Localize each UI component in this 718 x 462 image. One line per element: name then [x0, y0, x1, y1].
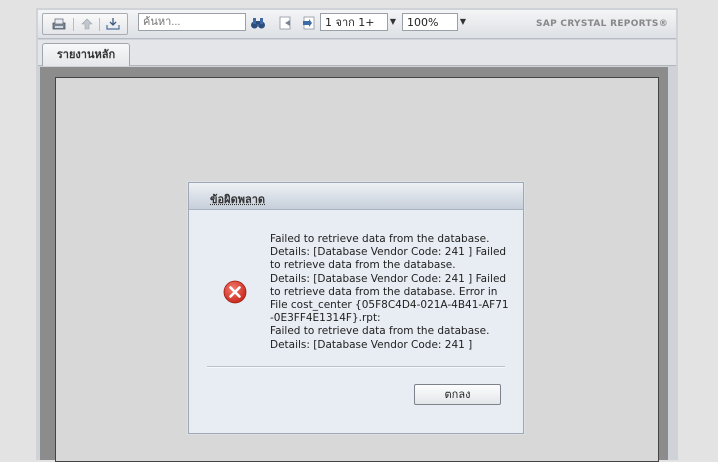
message-line: Details: [Database Vendor Code: 241 ] Fa… [270, 273, 510, 286]
toolbar-separator [73, 18, 74, 31]
tab-main-report[interactable]: รายงานหลัก [42, 43, 130, 66]
error-dialog: ข้อผิดพลาด Failed to retrieve data from … [188, 182, 524, 434]
message-line: Details: [Database Vendor Code: 241 ] Fa… [270, 246, 510, 259]
page-number-field[interactable]: 1 จาก 1+ [320, 13, 388, 31]
print-icon[interactable] [105, 17, 121, 31]
prev-page-icon[interactable] [278, 16, 294, 30]
export-icon[interactable] [51, 17, 67, 31]
zoom-dropdown-arrow[interactable]: ▼ [458, 13, 468, 31]
next-page-icon[interactable] [300, 16, 316, 30]
page-number-value: 1 จาก 1+ [325, 16, 375, 29]
message-line: to retrieve data from the database. [270, 259, 510, 272]
ok-button[interactable]: ตกลง [414, 384, 501, 405]
toolbar-separator [99, 18, 100, 31]
toolbar: 1 จาก 1+ ▼ 100% ▼ SAP CRYSTAL REPORTS® [38, 10, 676, 39]
message-line: Details: [Database Vendor Code: 241 ] [270, 339, 510, 352]
message-line: -0E3FF4E1314F}.rpt: [270, 312, 510, 325]
page-dropdown-arrow[interactable]: ▼ [388, 13, 398, 31]
message-line: Failed to retrieve data from the databas… [270, 325, 510, 338]
zoom-value: 100% [407, 16, 438, 29]
zoom-field[interactable]: 100% [402, 13, 458, 31]
message-line: File cost_center {05F8C4D4-021A-4B41-AF7… [270, 299, 510, 312]
message-line: Failed to retrieve data from the databas… [270, 233, 510, 246]
binoculars-icon[interactable] [250, 16, 266, 30]
message-line: to retrieve data from the database. Erro… [270, 286, 510, 299]
error-message: Failed to retrieve data from the databas… [270, 233, 510, 352]
dialog-title-bar: ข้อผิดพลาด [189, 183, 523, 210]
export-print-group [42, 13, 128, 35]
dialog-title: ข้อผิดพลาด [210, 190, 265, 208]
error-icon [223, 280, 247, 304]
tab-strip: รายงานหลัก [38, 40, 676, 66]
dialog-divider [207, 366, 505, 368]
brand-logo: SAP CRYSTAL REPORTS® [536, 19, 668, 29]
up-arrow-icon[interactable] [79, 17, 95, 31]
search-input[interactable] [138, 13, 246, 31]
